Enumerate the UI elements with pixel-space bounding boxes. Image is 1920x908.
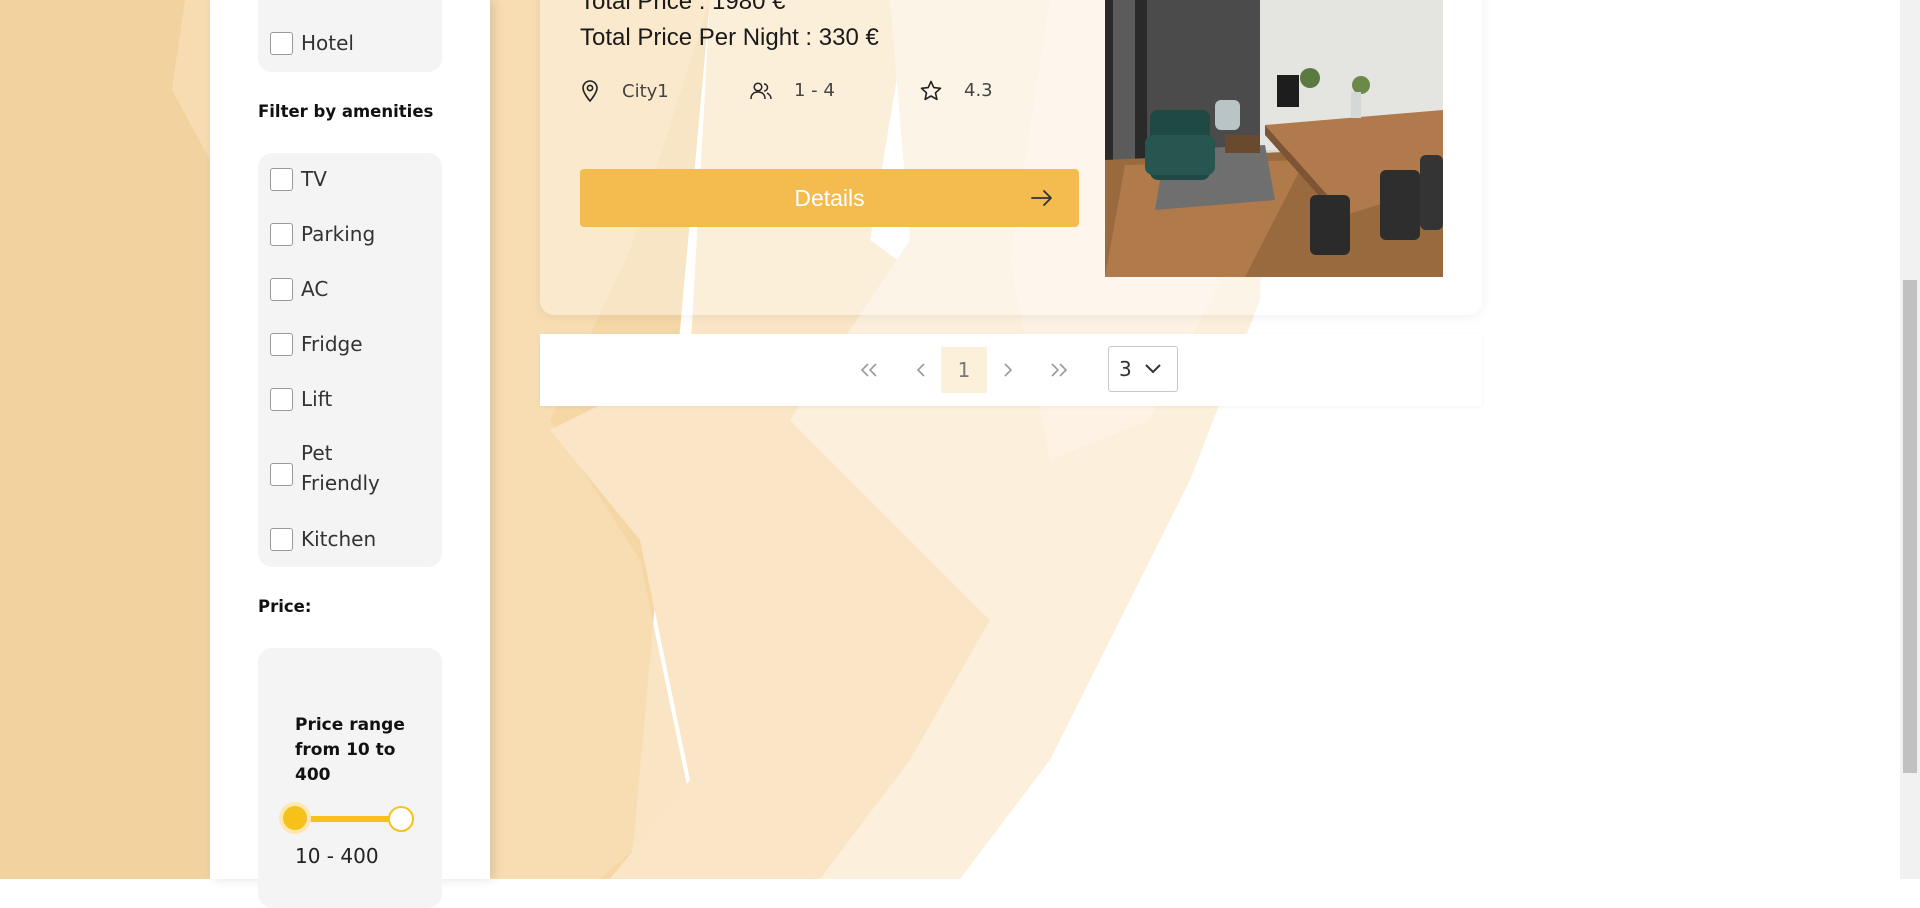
last-page-button[interactable] [1036,347,1082,393]
amenity-parking[interactable]: Parking [270,222,375,249]
checkbox[interactable] [270,223,293,246]
price-slider-max-handle[interactable] [388,806,414,832]
amenities-panel: TV Parking AC Fridge Lift Pet Friendly K… [258,153,442,567]
checkbox-label: Lift [301,387,333,411]
property-type-panel: Hotel [258,0,442,72]
guests-icon [750,81,772,99]
listing-location: City1 [580,80,669,102]
next-page-button[interactable] [984,347,1030,393]
star-icon [920,80,942,101]
chevron-left-icon [916,363,925,377]
rating-text: 4.3 [964,80,993,101]
double-chevron-right-icon [1051,363,1068,377]
vertical-scrollbar[interactable] [1900,0,1920,879]
checkbox[interactable] [270,463,293,486]
price-range-value: 10 - 400 [295,844,379,868]
checkbox-label: Parking [301,222,376,246]
amenities-title: Filter by amenities [258,102,434,121]
listing-card: Total Price : 1980 € Total Price Per Nig… [540,0,1482,315]
location-pin-icon [582,80,598,102]
chevron-right-icon [1004,363,1013,377]
checkbox-label: Fridge [301,332,363,356]
amenity-fridge[interactable]: Fridge [270,332,363,359]
price-per-night: Total Price Per Night : 330 € [580,24,879,51]
page-size-select[interactable]: 3 [1108,346,1178,392]
left-background [0,0,210,879]
location-text: City1 [622,80,669,102]
price-title: Price: [258,597,312,616]
checkbox[interactable] [270,528,293,551]
arrow-right-icon [1031,190,1052,206]
amenity-lift[interactable]: Lift [270,387,332,414]
amenity-pet-friendly[interactable]: Pet Friendly [270,441,391,498]
price-panel: Price range from 10 to 400 10 - 400 [258,648,442,908]
total-price: Total Price : 1980 € [580,0,786,15]
guests-text: 1 - 4 [794,80,835,101]
first-page-button[interactable] [846,347,892,393]
checkbox-label: AC [301,277,329,301]
page-size-value: 3 [1119,357,1132,381]
amenity-kitchen[interactable]: Kitchen [270,527,376,554]
details-button-label: Details [794,185,865,211]
listing-rating: 4.3 [920,80,993,101]
price-slider-min-handle[interactable] [283,806,307,830]
amenity-ac[interactable]: AC [270,277,328,304]
checkbox[interactable] [270,32,293,55]
checkbox[interactable] [270,388,293,411]
details-button[interactable]: Details [580,169,1079,227]
listing-photo[interactable] [1105,0,1443,277]
checkbox[interactable] [270,278,293,301]
checkbox[interactable] [270,333,293,356]
checkbox-label: TV [301,167,327,191]
filter-sidebar: Hotel Filter by amenities TV Parking AC … [210,0,490,908]
listing-guests: 1 - 4 [750,80,835,101]
double-chevron-left-icon [860,363,877,377]
checkbox[interactable] [270,168,293,191]
scrollbar-thumb[interactable] [1903,280,1917,773]
amenity-tv[interactable]: TV [270,167,327,194]
checkbox-label: Hotel [301,31,354,55]
pagination: 1 3 [540,334,1482,406]
current-page-button[interactable]: 1 [941,347,987,393]
previous-page-button[interactable] [899,347,945,393]
checkbox-label: Pet Friendly [301,441,380,495]
checkbox-label: Kitchen [301,527,377,551]
property-type-hotel[interactable]: Hotel [270,31,354,58]
chevron-down-icon [1145,364,1161,374]
price-range-text: Price range from 10 to 400 [295,715,405,785]
